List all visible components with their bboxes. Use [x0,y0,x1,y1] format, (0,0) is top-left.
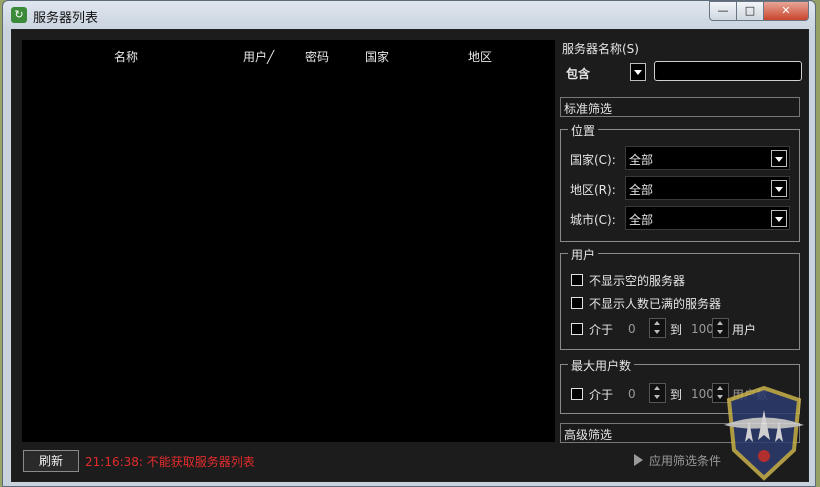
standard-filter-label: 标准筛选 [564,102,613,116]
refresh-button[interactable]: 刷新 [23,450,79,472]
city-select[interactable]: 全部 [625,206,790,230]
max-users-between-checkbox[interactable] [571,388,583,400]
users-min-input[interactable]: 0 [628,322,636,336]
hide-full-label: 不显示人数已满的服务器 [589,297,722,311]
standard-filter-header[interactable]: 标准筛选 [560,97,800,117]
users-unit-label: 用户 [732,323,757,337]
column-header-name[interactable]: 名称 [114,48,138,65]
users-between-checkbox[interactable] [571,323,583,335]
city-value: 全部 [629,213,654,227]
location-group: 位置 国家(C): 全部 地区(R): 全部 城市(C): 全部 [560,122,800,242]
status-message: 21:16:38: 不能获取服务器列表 [85,455,255,469]
app-icon: ↻ [11,7,27,23]
city-label: 城市(C): [570,213,616,227]
region-value: 全部 [629,183,654,197]
users-to-label: 到 [670,323,683,337]
play-icon [634,454,643,466]
region-label: 地区(R): [570,183,616,197]
maximize-button[interactable]: □ [736,1,764,21]
location-legend: 位置 [568,122,599,139]
server-list-window: ↻ 服务器列表 — □ ✕ 名称 用户╱ 密码 国家 地区 服务器名称(S) 包… [2,0,816,487]
chevron-down-icon[interactable] [771,210,787,227]
wings-emblem-icon [724,385,804,481]
close-button[interactable]: ✕ [763,1,809,21]
users-min-stepper[interactable] [649,318,666,338]
minimize-button[interactable]: — [709,1,737,21]
max-users-min-stepper[interactable] [649,383,666,403]
max-users-to-label: 到 [670,388,683,402]
users-max-input[interactable]: 100 [691,322,714,336]
column-header-region[interactable]: 地区 [468,48,492,65]
apply-filter-button[interactable]: 应用筛选条件 [634,452,721,469]
country-label: 国家(C): [570,153,616,167]
chevron-down-icon[interactable] [771,150,787,167]
server-name-label: 服务器名称(S) [562,42,639,56]
hide-full-checkbox[interactable] [571,297,583,309]
match-mode-value: 包含 [566,67,591,81]
users-group: 用户 不显示空的服务器 不显示人数已满的服务器 介于 0 到 100 用户 [560,246,800,350]
users-between-label: 介于 [589,323,614,337]
max-users-legend: 最大用户数 [568,357,635,374]
region-select[interactable]: 全部 [625,176,790,200]
column-header-password[interactable]: 密码 [305,48,329,65]
max-users-min-input[interactable]: 0 [628,387,636,401]
hide-empty-checkbox[interactable] [571,274,583,286]
max-users-between-label: 介于 [589,388,614,402]
hide-empty-label: 不显示空的服务器 [589,274,686,288]
window-title: 服务器列表 [33,11,99,26]
country-select[interactable]: 全部 [625,146,790,170]
apply-filter-label: 应用筛选条件 [649,454,722,468]
users-legend: 用户 [568,246,599,263]
chevron-down-icon[interactable] [771,180,787,197]
column-header-users[interactable]: 用户╱ [243,48,274,65]
max-users-max-input[interactable]: 100 [691,387,714,401]
country-value: 全部 [629,153,654,167]
sort-indicator-icon: ╱ [267,50,275,64]
title-bar[interactable]: ↻ 服务器列表 — □ ✕ [3,1,815,29]
column-header-users-label: 用户 [243,50,268,64]
client-area: 名称 用户╱ 密码 国家 地区 服务器名称(S) 包含 标准筛选 位置 国家(C… [11,29,809,482]
server-list[interactable]: 名称 用户╱ 密码 国家 地区 [22,40,555,442]
users-max-stepper[interactable] [712,318,729,338]
advanced-filter-label: 高级筛选 [564,428,613,442]
server-name-input[interactable] [654,61,802,81]
bottom-bar: 刷新 21:16:38: 不能获取服务器列表 应用筛选条件 [12,442,808,481]
column-header-country[interactable]: 国家 [365,48,389,65]
match-mode-dropdown[interactable] [630,63,646,81]
